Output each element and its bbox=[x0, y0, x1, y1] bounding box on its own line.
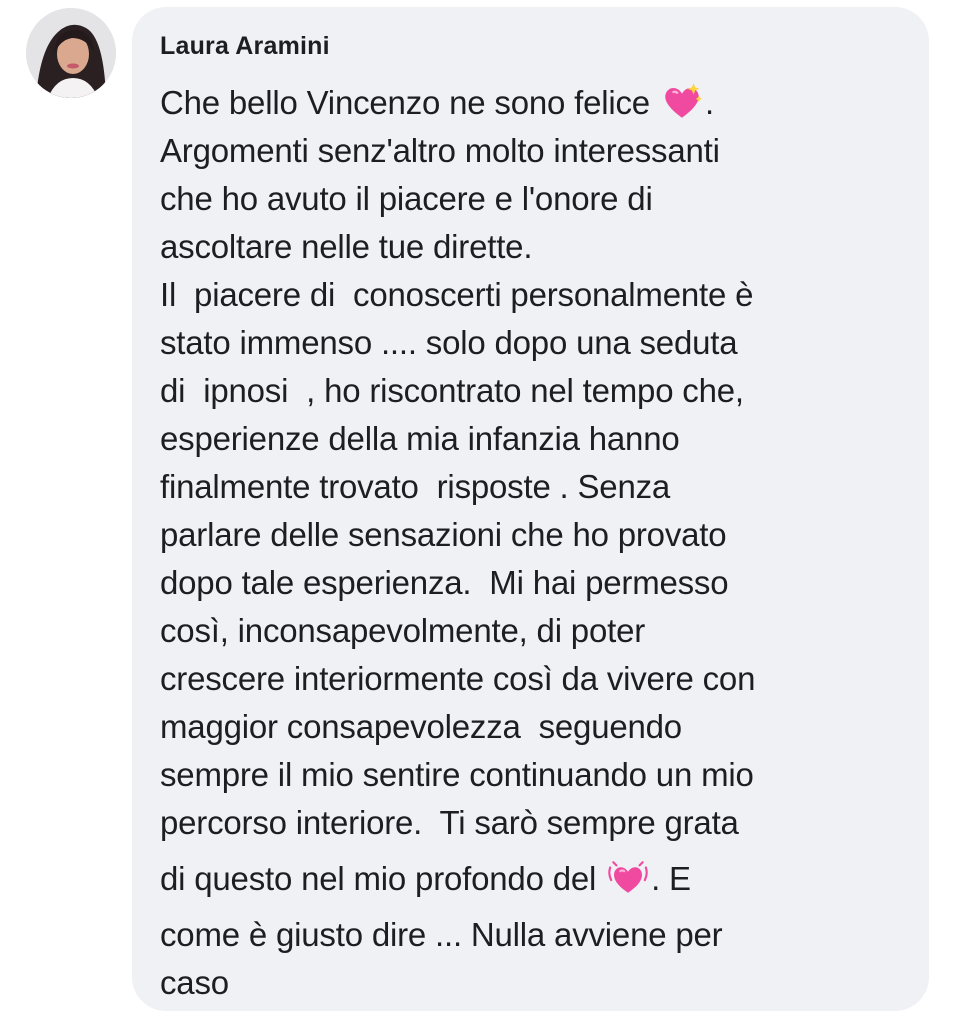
comment-line: esperienze della mia infanzia hanno bbox=[160, 420, 680, 457]
comment-line: Il piacere di conoscerti personalmente è bbox=[160, 276, 754, 313]
comment-line: Che bello Vincenzo ne sono felice . bbox=[160, 79, 909, 127]
comment-text: . bbox=[704, 84, 714, 121]
comment-line: sempre il mio sentire continuando un mio bbox=[160, 756, 754, 793]
author-name[interactable]: Laura Aramini bbox=[160, 31, 909, 61]
beating-heart-icon bbox=[607, 857, 649, 899]
comment-line: parlare delle sensazioni che ho provato bbox=[160, 516, 727, 553]
comment-line: percorso interiore. Ti sarò sempre grata bbox=[160, 804, 739, 841]
comment-line: Argomenti senz'altro molto interessanti bbox=[160, 132, 720, 169]
profile-photo-icon bbox=[26, 8, 116, 98]
comment-line: ascoltare nelle tue dirette. bbox=[160, 228, 533, 265]
comment-line: di ipnosi , ho riscontrato nel tempo che… bbox=[160, 372, 744, 409]
comment-line: come è giusto dire ... Nulla avviene per bbox=[160, 916, 723, 953]
comment-text: . E bbox=[651, 860, 691, 897]
comment-line: così, inconsapevolmente, di poter bbox=[160, 612, 646, 649]
comment-line: finalmente trovato risposte . Senza bbox=[160, 468, 671, 505]
comment-line: stato immenso .... solo dopo una seduta bbox=[160, 324, 738, 361]
avatar[interactable] bbox=[26, 8, 116, 98]
comment-line: maggior consapevolezza seguendo bbox=[160, 708, 682, 745]
comment-line: di questo nel mio profondo del . E bbox=[160, 847, 909, 911]
comment-line: caso bbox=[160, 964, 229, 1001]
comment-text: di questo nel mio profondo del bbox=[160, 860, 597, 897]
comment-line: dopo tale esperienza. Mi hai permesso bbox=[160, 564, 729, 601]
comment-bubble: Laura Aramini Che bello Vincenzo ne sono… bbox=[132, 7, 929, 1011]
comment-text: Che bello Vincenzo ne sono felice bbox=[160, 84, 650, 121]
sparkling-heart-icon bbox=[661, 81, 703, 123]
comment-line: crescere interiormente così da vivere co… bbox=[160, 660, 756, 697]
comment-line: che ho avuto il piacere e l'onore di bbox=[160, 180, 653, 217]
